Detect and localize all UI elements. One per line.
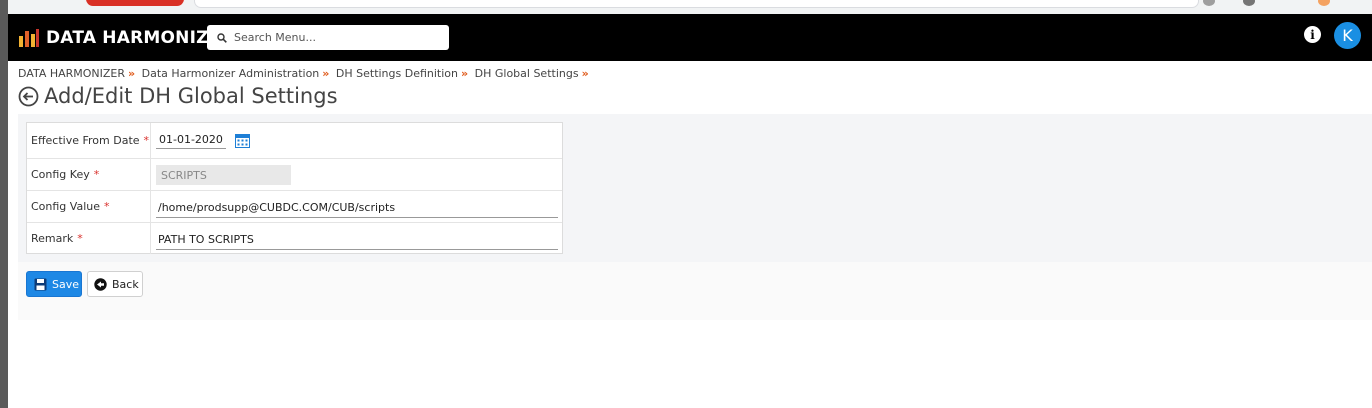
search-box[interactable]	[207, 25, 449, 50]
back-button[interactable]: Back	[87, 271, 143, 297]
config-value-label: Config Value	[31, 200, 100, 213]
field-cell	[151, 123, 562, 158]
top-navbar: DATA HARMONIZER i K	[8, 14, 1372, 61]
field-cell	[151, 159, 562, 190]
required-marker: *	[77, 232, 83, 245]
form-row-remark: Remark *	[27, 223, 562, 254]
browser-tab-indicator	[86, 0, 184, 6]
settings-form: Effective From Date * Config Key *	[26, 122, 563, 254]
extension-icon[interactable]	[1203, 0, 1215, 6]
actions-panel	[18, 262, 1372, 320]
breadcrumb-item[interactable]: Data Harmonizer Administration	[142, 67, 320, 80]
form-row-effective-date: Effective From Date *	[27, 123, 562, 159]
extension-icon[interactable]	[1318, 0, 1330, 6]
field-cell	[151, 191, 562, 222]
back-label: Back	[112, 277, 139, 291]
brand-name: DATA HARMONIZER	[46, 28, 234, 48]
field-label: Effective From Date *	[27, 123, 151, 158]
save-label: Save	[52, 277, 80, 291]
breadcrumb-item[interactable]: DATA HARMONIZER	[18, 67, 125, 80]
avatar[interactable]: K	[1334, 22, 1361, 49]
breadcrumb-item[interactable]: DH Settings Definition	[336, 67, 458, 80]
breadcrumb-separator: »	[128, 67, 136, 80]
info-icon[interactable]: i	[1304, 26, 1321, 43]
calendar-icon[interactable]	[235, 133, 250, 148]
save-button[interactable]: Save	[26, 271, 82, 297]
required-marker: *	[143, 134, 150, 147]
back-circle-icon	[94, 277, 107, 291]
field-label: Config Key *	[27, 159, 151, 190]
effective-date-input[interactable]	[156, 131, 226, 149]
page-header: Add/Edit DH Global Settings	[18, 84, 338, 108]
browser-chrome	[8, 0, 1372, 14]
config-key-input	[156, 165, 291, 185]
breadcrumb-separator: »	[581, 67, 589, 80]
remark-input[interactable]	[156, 230, 558, 250]
page-title: Add/Edit DH Global Settings	[44, 84, 338, 108]
browser-url-bar[interactable]	[194, 0, 1199, 8]
brand[interactable]: DATA HARMONIZER	[18, 26, 234, 50]
breadcrumb-separator: »	[461, 67, 469, 80]
breadcrumb: DATA HARMONIZER» Data Harmonizer Adminis…	[18, 67, 592, 80]
breadcrumb-separator: »	[322, 67, 330, 80]
form-row-config-key: Config Key *	[27, 159, 562, 191]
effective-date-label: Effective From Date	[31, 134, 140, 147]
search-icon	[217, 32, 227, 43]
field-label: Config Value *	[27, 191, 151, 222]
required-marker: *	[93, 168, 100, 181]
form-row-config-value: Config Value *	[27, 191, 562, 223]
field-cell	[151, 223, 562, 254]
config-value-input[interactable]	[156, 198, 558, 218]
field-label: Remark *	[27, 223, 151, 254]
search-input[interactable]	[234, 31, 434, 44]
bar-chart-logo-icon	[19, 29, 39, 47]
floppy-disk-icon	[34, 278, 47, 290]
remark-label: Remark	[31, 232, 74, 245]
breadcrumb-item[interactable]: DH Global Settings	[475, 67, 579, 80]
required-marker: *	[104, 200, 110, 213]
config-key-label: Config Key	[31, 168, 90, 181]
window-edge	[0, 0, 8, 408]
profile-icon[interactable]	[1243, 0, 1255, 6]
back-arrow-icon[interactable]	[18, 86, 39, 107]
